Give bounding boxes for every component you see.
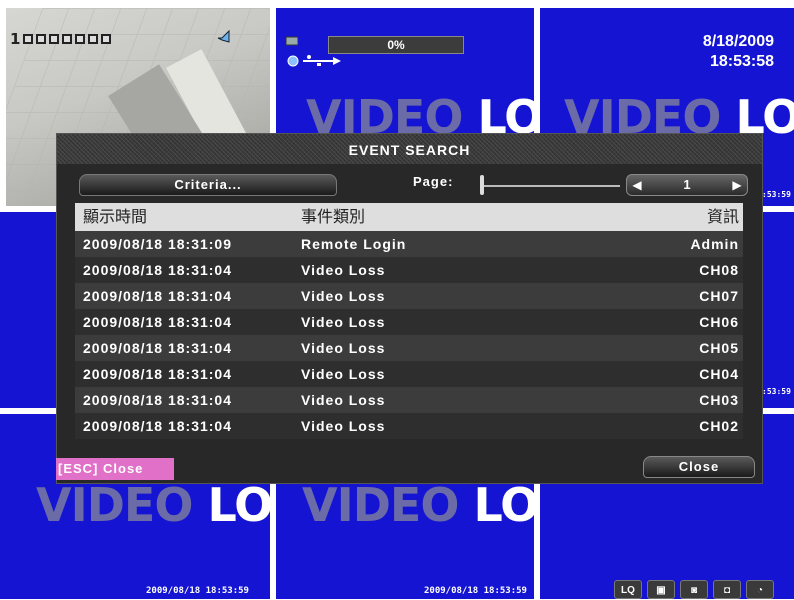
video-loss-text: VIDEO LOSS bbox=[36, 478, 270, 532]
table-row[interactable]: 2009/08/18 18:31:04 Video Loss CH04 bbox=[75, 361, 743, 387]
bottom-toolbar: LQ ▣ ◙ ◘ ◔ bbox=[614, 580, 774, 599]
playback-icon[interactable]: ◔ bbox=[746, 580, 774, 599]
dialog-title: EVENT SEARCH bbox=[57, 134, 762, 164]
table-row[interactable]: 2009/08/18 18:31:04 Video Loss CH02 bbox=[75, 413, 743, 439]
table-row[interactable]: 2009/08/18 18:31:04 Video Loss CH06 bbox=[75, 309, 743, 335]
event-search-dialog: EVENT SEARCH Criteria... Page: ◀ 1 ▶ 顯示時… bbox=[56, 133, 763, 484]
table-row[interactable]: 2009/08/18 18:31:04 Video Loss CH07 bbox=[75, 283, 743, 309]
system-time: 18:53:58 bbox=[709, 53, 774, 70]
prev-page-arrow-icon[interactable]: ◀ bbox=[627, 175, 647, 195]
event-table: 顯示時間 事件類別 資訊 2009/08/18 18:31:09 Remote L… bbox=[75, 203, 743, 439]
column-header-time[interactable]: 顯示時間 bbox=[83, 203, 147, 231]
page-slider-track[interactable] bbox=[480, 185, 620, 187]
quality-icon[interactable]: LQ bbox=[614, 580, 642, 599]
column-header-info[interactable]: 資訊 bbox=[707, 203, 739, 231]
system-date: 8/18/2009 bbox=[702, 33, 774, 50]
table-row[interactable]: 2009/08/18 18:31:04 Video Loss CH05 bbox=[75, 335, 743, 361]
audio-icon bbox=[217, 29, 230, 43]
page-number: 1 bbox=[683, 177, 691, 192]
storage-progress: 0% bbox=[328, 36, 464, 54]
table-header: 顯示時間 事件類別 資訊 bbox=[75, 203, 743, 231]
table-body: 2009/08/18 18:31:09 Remote Login Admin 200… bbox=[75, 231, 743, 439]
page-selector: ◀ 1 ▶ bbox=[626, 174, 748, 196]
page-label: Page: bbox=[413, 174, 454, 189]
tile-time-fragment: :53:59 bbox=[762, 387, 791, 396]
table-row[interactable]: 2009/08/18 18:31:04 Video Loss CH03 bbox=[75, 387, 743, 413]
table-row[interactable]: 2009/08/18 18:31:04 Video Loss CH08 bbox=[75, 257, 743, 283]
layout-icon[interactable]: ▣ bbox=[647, 580, 675, 599]
table-row[interactable]: 2009/08/18 18:31:09 Remote Login Admin bbox=[75, 231, 743, 257]
tile-timestamp: 2009/08/18 18:53:59 bbox=[146, 586, 249, 596]
close-button[interactable]: Close bbox=[643, 456, 755, 478]
dvr-screen: 1 VIDEO LOSS VIDEO LOSS 8/18/2009 18:53:… bbox=[0, 0, 794, 599]
column-header-event[interactable]: 事件類別 bbox=[301, 203, 365, 231]
video-loss-text: VIDEO LOSS bbox=[302, 478, 534, 532]
usb-icon bbox=[287, 55, 341, 67]
page-slider-handle[interactable] bbox=[480, 175, 484, 195]
next-page-arrow-icon[interactable]: ▶ bbox=[727, 175, 747, 195]
search-icon[interactable]: ◙ bbox=[680, 580, 708, 599]
criteria-button[interactable]: Criteria... bbox=[79, 174, 337, 196]
esc-close-hint: [ESC] Close bbox=[56, 458, 174, 480]
channel-indicator: 1 bbox=[10, 30, 112, 48]
tile-time-fragment: :53:59 bbox=[762, 190, 791, 199]
tile-timestamp: 2009/08/18 18:53:59 bbox=[424, 586, 527, 596]
system-datetime: 8/18/2009 18:53:58 bbox=[703, 32, 774, 72]
hdd-icon bbox=[286, 36, 298, 46]
record-icon[interactable]: ◘ bbox=[713, 580, 741, 599]
channel-number: 1 bbox=[10, 30, 21, 48]
